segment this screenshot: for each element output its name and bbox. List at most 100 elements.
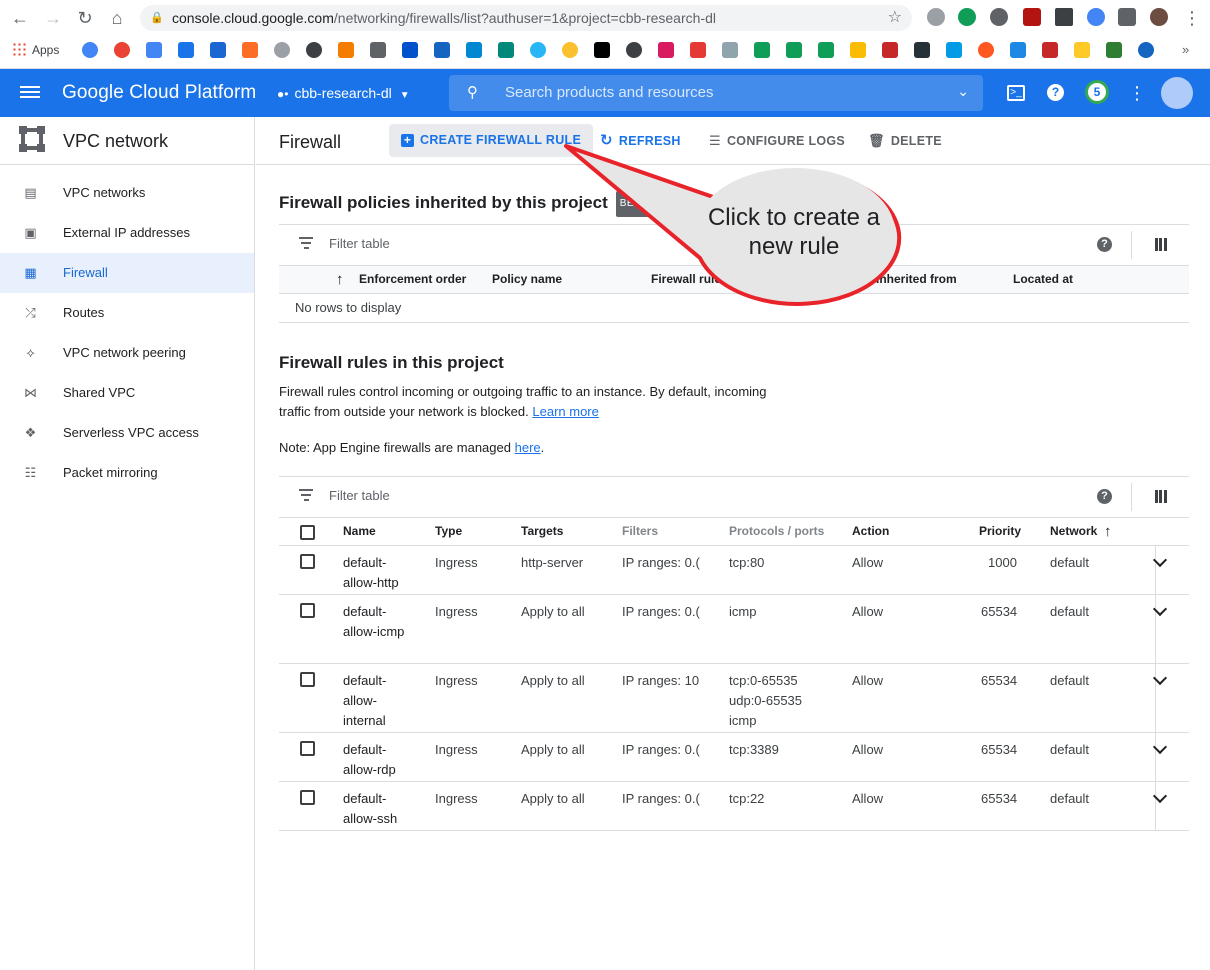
bookmark-icon[interactable]: [1074, 42, 1090, 58]
search-box[interactable]: ⚲ Search products and resources ⌄: [449, 75, 983, 111]
column-display-icon[interactable]: [1155, 238, 1167, 251]
reload-icon[interactable]: ↻: [73, 7, 97, 29]
bookmark-icon[interactable]: [626, 42, 642, 58]
extension-icon[interactable]: [958, 8, 976, 26]
sidebar-item-routes[interactable]: ⤮ Routes: [0, 293, 254, 333]
filter-icon[interactable]: [299, 489, 313, 504]
rule-network[interactable]: default: [1050, 553, 1089, 573]
citi-bookmark-icon[interactable]: [1010, 42, 1026, 58]
column-type[interactable]: Type: [435, 518, 462, 545]
paypal-bookmark-icon[interactable]: [1138, 42, 1154, 58]
bookmark-icon[interactable]: [530, 42, 546, 58]
confluence-bookmark-icon[interactable]: [402, 42, 418, 58]
create-firewall-rule-button[interactable]: + CREATE FIREWALL RULE: [389, 124, 594, 157]
bookmark-icon[interactable]: [946, 42, 962, 58]
sidebar-item-peering[interactable]: ⟡ VPC network peering: [0, 333, 254, 373]
more-vert-icon[interactable]: ⋮: [1127, 83, 1147, 103]
bookmark-icon[interactable]: [1042, 42, 1058, 58]
cloud-shell-icon[interactable]: >_: [1007, 85, 1025, 101]
bookmark-icon[interactable]: [882, 42, 898, 58]
rule-name-link[interactable]: default-allow-rdp: [343, 740, 413, 780]
column-enforcement-order[interactable]: Enforcement order: [359, 266, 466, 293]
address-bar[interactable]: 🔒 console.cloud.google.com/networking/fi…: [140, 5, 912, 31]
delete-button[interactable]: 🗑 DELETE: [856, 124, 954, 157]
bookmark-icon[interactable]: [306, 42, 322, 58]
column-network[interactable]: Network: [1050, 518, 1097, 545]
project-selector[interactable]: ●• cbb-research-dl ▼: [277, 83, 410, 106]
forward-icon[interactable]: →: [41, 7, 65, 29]
rule-name-link[interactable]: default-allow-ssh: [343, 789, 413, 829]
profile-icon[interactable]: [1150, 8, 1168, 26]
bookmark-icon[interactable]: [562, 42, 578, 58]
configure-logs-button[interactable]: ☰ CONFIGURE LOGS: [697, 124, 857, 157]
sidebar-item-external-ip[interactable]: ▣ External IP addresses: [0, 213, 254, 253]
expand-chevron-icon[interactable]: [1152, 552, 1168, 568]
sort-arrow-up-icon[interactable]: ↑: [1104, 518, 1112, 545]
bookmark-icon[interactable]: [466, 42, 482, 58]
rule-network[interactable]: default: [1050, 671, 1089, 691]
sheets-bookmark-icon[interactable]: [754, 42, 770, 58]
bookmark-icon[interactable]: [690, 42, 706, 58]
google-bookmark-icon[interactable]: [82, 42, 98, 58]
column-name[interactable]: Name: [343, 518, 376, 545]
chevron-down-icon[interactable]: ⌄: [957, 83, 969, 100]
back-icon[interactable]: ←: [8, 7, 32, 29]
filter-input[interactable]: Filter table: [329, 236, 390, 251]
translate-bookmark-icon[interactable]: [146, 42, 162, 58]
notifications-badge[interactable]: 5: [1085, 80, 1109, 104]
column-protocols-ports[interactable]: Protocols / ports: [729, 518, 824, 545]
bookmark-icon[interactable]: [434, 42, 450, 58]
help-icon[interactable]: ?: [1097, 489, 1112, 504]
select-all-checkbox[interactable]: [300, 525, 315, 540]
bookmark-icon[interactable]: [1106, 42, 1122, 58]
table-row[interactable]: default-allow-internal Ingress Apply to …: [279, 664, 1189, 733]
sidebar-item-packet-mirroring[interactable]: ☷ Packet mirroring: [0, 453, 254, 493]
puzzle-icon[interactable]: [1118, 8, 1136, 26]
column-targets[interactable]: Targets: [521, 518, 563, 545]
extension-icon[interactable]: [927, 8, 945, 26]
x-bookmark-icon[interactable]: [594, 42, 610, 58]
learn-more-link[interactable]: Learn more: [532, 404, 598, 419]
bookmark-icon[interactable]: [978, 42, 994, 58]
table-row[interactable]: default-allow-http Ingress http-server I…: [279, 546, 1189, 595]
rule-name-link[interactable]: default-allow-icmp: [343, 602, 413, 642]
column-priority[interactable]: Priority: [979, 518, 1021, 545]
search-input[interactable]: Search products and resources: [505, 84, 713, 101]
bookmark-icon[interactable]: [274, 42, 290, 58]
rule-network[interactable]: default: [1050, 602, 1089, 622]
table-row[interactable]: default-allow-rdp Ingress Apply to all I…: [279, 733, 1189, 782]
column-inherited-from[interactable]: Inherited from: [876, 266, 957, 293]
menu-icon[interactable]: [20, 83, 40, 103]
here-link[interactable]: here: [515, 440, 541, 455]
sort-arrow-up-icon[interactable]: ↑: [336, 266, 344, 293]
sheets-bookmark-icon[interactable]: [818, 42, 834, 58]
row-checkbox[interactable]: [300, 672, 315, 687]
more-bookmarks-icon[interactable]: »: [1182, 42, 1198, 58]
expand-chevron-icon[interactable]: [1152, 670, 1168, 686]
sidebar-item-serverless[interactable]: ❖ Serverless VPC access: [0, 413, 254, 453]
column-display-icon[interactable]: [1155, 490, 1167, 503]
gitlab-bookmark-icon[interactable]: [242, 42, 258, 58]
rule-name-link[interactable]: default-allow-internal: [343, 671, 413, 731]
bookmark-icon[interactable]: [370, 42, 386, 58]
refresh-button[interactable]: ↻ REFRESH: [588, 124, 693, 157]
qr-extension-icon[interactable]: [1055, 8, 1073, 26]
table-row[interactable]: default-allow-icmp Ingress Apply to all …: [279, 595, 1189, 664]
row-checkbox[interactable]: [300, 554, 315, 569]
bookmark-star-icon[interactable]: ☆: [888, 5, 902, 31]
expand-chevron-icon[interactable]: [1152, 601, 1168, 617]
column-located-at[interactable]: Located at: [1013, 266, 1073, 293]
row-checkbox[interactable]: [300, 790, 315, 805]
extension-icon[interactable]: [1087, 8, 1105, 26]
rule-network[interactable]: default: [1050, 740, 1089, 760]
column-filters[interactable]: Filters: [622, 518, 658, 545]
bookmark-icon[interactable]: [850, 42, 866, 58]
row-checkbox[interactable]: [300, 741, 315, 756]
rule-name-link[interactable]: default-allow-http: [343, 553, 413, 593]
row-checkbox[interactable]: [300, 603, 315, 618]
filter-input[interactable]: Filter table: [329, 488, 390, 503]
column-policy-name[interactable]: Policy name: [492, 266, 562, 293]
extension-icon[interactable]: [1023, 8, 1041, 26]
help-icon[interactable]: ?: [1097, 237, 1112, 252]
help-icon[interactable]: ?: [1047, 84, 1064, 101]
